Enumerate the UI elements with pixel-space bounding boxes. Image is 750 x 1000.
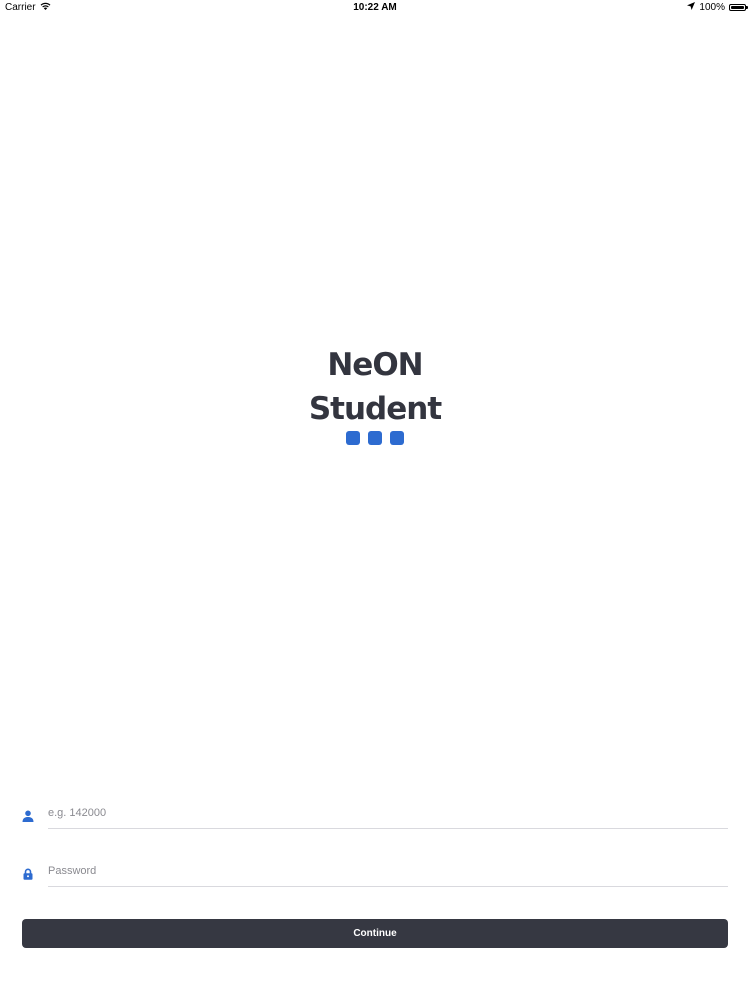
- status-right: 100%: [687, 2, 748, 13]
- continue-button[interactable]: Continue: [22, 919, 728, 948]
- password-input[interactable]: [48, 856, 728, 887]
- app-logo: NeON Student: [0, 343, 750, 445]
- lock-icon: [22, 867, 34, 880]
- status-time: 10:22 AM: [353, 2, 397, 13]
- status-bar: Carrier 10:22 AM 100%: [0, 0, 750, 16]
- battery-icon: [729, 4, 748, 11]
- battery-percent: 100%: [699, 2, 725, 13]
- password-row: [22, 856, 728, 890]
- logo-title-line2: Student: [308, 391, 442, 427]
- logo-dot: [368, 431, 382, 445]
- logo-title-line1: NeON: [327, 347, 423, 383]
- username-input[interactable]: [48, 798, 728, 829]
- location-arrow-icon: [687, 2, 696, 13]
- user-icon: [22, 809, 34, 822]
- logo-dot: [390, 431, 404, 445]
- logo-dots: [0, 431, 750, 445]
- username-row: [22, 798, 728, 832]
- logo-dot: [346, 431, 360, 445]
